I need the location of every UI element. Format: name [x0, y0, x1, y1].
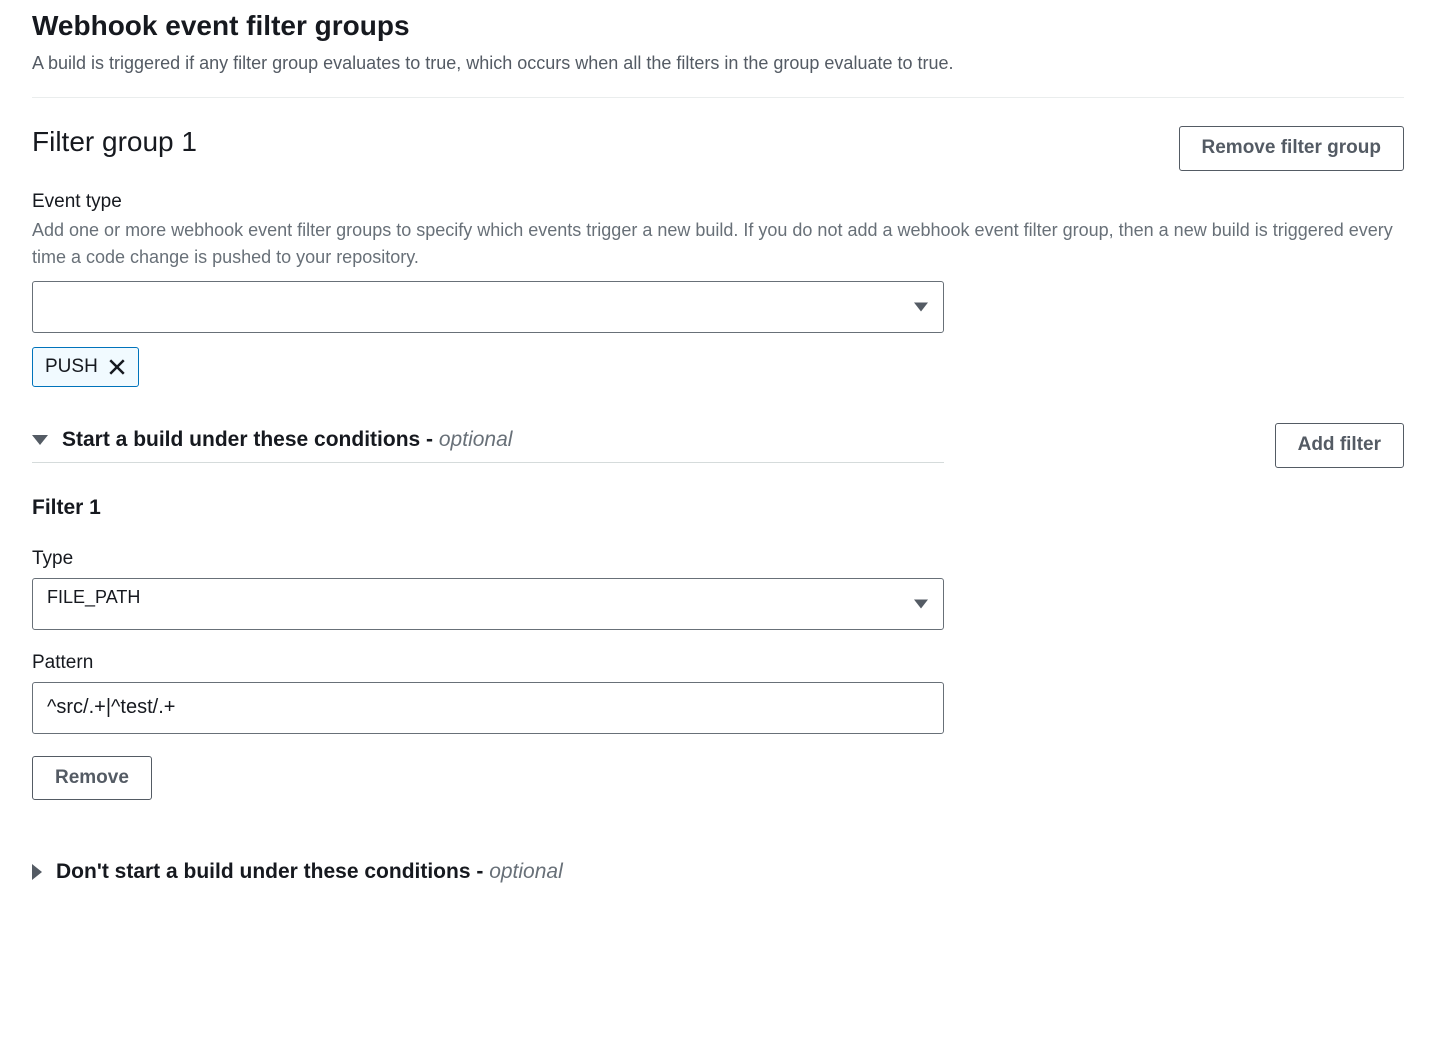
filter-1: Filter 1 Type FILE_PATH Pattern Remo	[32, 496, 1404, 801]
event-type-select[interactable]	[32, 281, 944, 333]
optional-badge: optional	[439, 428, 513, 451]
filter-1-type-block: Type FILE_PATH	[32, 548, 1404, 630]
add-filter-button[interactable]: Add filter	[1275, 423, 1404, 468]
optional-badge: optional	[489, 860, 563, 883]
event-type-tags: PUSH	[32, 347, 1404, 387]
filter-1-pattern-input[interactable]	[32, 682, 944, 734]
chevron-down-icon	[32, 435, 48, 445]
start-conditions-header-row: Start a build under these conditions - o…	[32, 423, 1404, 468]
dont-start-conditions-title: Don't start a build under these conditio…	[56, 860, 563, 884]
event-type-select-wrapper	[32, 281, 944, 333]
close-icon[interactable]	[108, 358, 126, 376]
filter-group-1: Filter group 1 Remove filter group Event…	[32, 98, 1404, 884]
event-type-tag-push: PUSH	[32, 347, 139, 387]
tag-label: PUSH	[45, 356, 98, 378]
start-conditions-toggle[interactable]: Start a build under these conditions - o…	[32, 428, 944, 463]
start-conditions-section: Start a build under these conditions - o…	[32, 423, 1404, 800]
event-type-label: Event type	[32, 191, 1404, 213]
start-conditions-title: Start a build under these conditions - o…	[62, 428, 512, 452]
filter-1-pattern-label: Pattern	[32, 652, 1404, 674]
event-type-field: Event type Add one or more webhook event…	[32, 191, 1404, 387]
remove-filter-group-button[interactable]: Remove filter group	[1179, 126, 1404, 171]
filter-1-type-label: Type	[32, 548, 1404, 570]
chevron-right-icon	[32, 864, 42, 880]
page-description: A build is triggered if any filter group…	[32, 50, 1404, 77]
filter-1-title: Filter 1	[32, 496, 1404, 520]
filter-group-title: Filter group 1	[32, 126, 197, 158]
event-type-description: Add one or more webhook event filter gro…	[32, 217, 1404, 271]
remove-filter-button[interactable]: Remove	[32, 756, 152, 801]
page-header: Webhook event filter groups A build is t…	[32, 0, 1404, 98]
dont-start-conditions-toggle[interactable]: Don't start a build under these conditio…	[32, 860, 944, 884]
page-title: Webhook event filter groups	[32, 8, 1404, 44]
filter-1-pattern-block: Pattern	[32, 652, 1404, 734]
filter-group-header: Filter group 1 Remove filter group	[32, 126, 1404, 171]
filter-1-type-select[interactable]: FILE_PATH	[32, 578, 944, 630]
